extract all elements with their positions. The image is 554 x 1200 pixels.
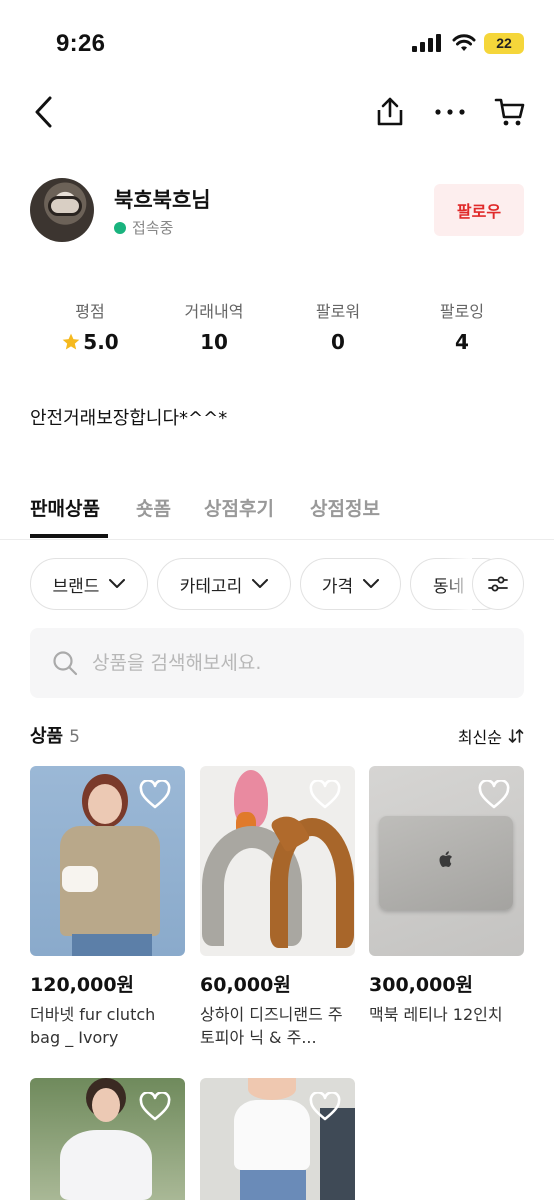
active-tab-indicator (30, 534, 108, 538)
product-image[interactable] (369, 766, 524, 956)
stat-label: 거래내역 (184, 302, 244, 321)
chevron-down-icon (252, 579, 269, 588)
more-icon (435, 109, 465, 115)
online-dot-icon (114, 221, 126, 234)
product-image[interactable] (200, 1078, 355, 1200)
avatar[interactable] (30, 178, 94, 242)
product-price: 300,000원 (369, 974, 474, 996)
status-bar: 9:26 22 (0, 0, 554, 80)
search-icon (53, 651, 78, 676)
profile-bio: 안전거래보장합니다*^^* (30, 408, 228, 429)
battery-icon: 22 (484, 33, 524, 54)
tab-products[interactable]: 판매상품 (30, 494, 100, 521)
filter-brand[interactable]: 브랜드 (30, 558, 148, 610)
sort-icon (508, 729, 524, 743)
stat-followers[interactable]: 팔로워 0 (278, 298, 398, 354)
heart-icon[interactable] (139, 780, 171, 810)
filter-bar: 브랜드 카테고리 가격 동네 (0, 558, 554, 612)
stat-value: 5.0 (83, 330, 119, 354)
profile-stats: 평점 5.0 거래내역 10 팔로워 0 팔로잉 4 (0, 298, 554, 358)
filter-price[interactable]: 가격 (300, 558, 401, 610)
filter-label: 브랜드 (52, 576, 100, 597)
product-name: 맥북 레티나 12인치 (369, 1005, 503, 1024)
product-search (30, 628, 524, 698)
cart-button[interactable] (490, 92, 530, 132)
filter-category[interactable]: 카테고리 (157, 558, 291, 610)
share-icon (377, 97, 403, 126)
products-header: 상품 5 최신순 (30, 722, 524, 752)
product-card[interactable] (30, 1078, 185, 1200)
product-price: 60,000원 (200, 974, 291, 996)
product-name: 더바넷 fur clutch bag _ Ivory (30, 1005, 156, 1047)
online-status: 접속중 (114, 217, 173, 238)
stat-value: 0 (331, 330, 345, 354)
wifi-icon (452, 34, 476, 51)
stat-following[interactable]: 팔로잉 4 (402, 298, 522, 354)
cellular-signal-icon (412, 34, 441, 52)
heart-icon[interactable] (309, 1092, 341, 1122)
back-button[interactable] (24, 92, 64, 132)
more-button[interactable] (430, 92, 470, 132)
stat-transactions[interactable]: 거래내역 10 (154, 298, 274, 354)
star-icon (62, 333, 80, 350)
product-card[interactable]: 300,000원 맥북 레티나 12인치 (369, 766, 524, 1049)
product-image[interactable] (200, 766, 355, 956)
product-card[interactable] (200, 1078, 355, 1200)
chevron-down-icon (109, 579, 126, 588)
filter-settings-button[interactable] (472, 558, 524, 610)
product-card[interactable]: 60,000원 상하이 디즈니랜드 주토피아 닉 & 주... (200, 766, 355, 1049)
online-status-label: 접속중 (132, 219, 174, 237)
tab-shortform[interactable]: 숏폼 (136, 494, 171, 521)
sort-label: 최신순 (457, 728, 502, 747)
product-image[interactable] (30, 1078, 185, 1200)
tab-store-info[interactable]: 상점정보 (310, 494, 380, 521)
store-tabs: 판매상품 숏폼 상점후기 상점정보 (0, 486, 554, 540)
share-button[interactable] (370, 92, 410, 132)
apple-logo-icon (439, 851, 452, 867)
stat-label: 팔로잉 (439, 302, 485, 321)
follow-button[interactable]: 팔로우 (434, 184, 524, 236)
battery-level: 22 (496, 35, 512, 51)
profile-name: 북흐북흐님 (114, 188, 211, 212)
product-name: 상하이 디즈니랜드 주토피아 닉 & 주... (200, 1005, 343, 1047)
stat-label: 평점 (75, 302, 105, 321)
product-image[interactable] (30, 766, 185, 956)
stat-value: 10 (200, 330, 228, 354)
sliders-icon (488, 576, 508, 592)
product-price: 120,000원 (30, 974, 135, 996)
products-count: 5 (69, 727, 80, 747)
heart-icon[interactable] (139, 1092, 171, 1122)
search-input[interactable] (92, 652, 472, 674)
stat-rating[interactable]: 평점 5.0 (30, 298, 150, 354)
filter-label: 카테고리 (179, 576, 243, 597)
stat-value: 4 (455, 330, 469, 354)
chevron-down-icon (363, 579, 380, 588)
filter-label: 가격 (321, 576, 354, 597)
product-card[interactable]: 120,000원 더바넷 fur clutch bag _ Ivory (30, 766, 185, 1049)
products-title: 상품 (30, 726, 64, 747)
tab-reviews[interactable]: 상점후기 (204, 494, 274, 521)
cart-icon (494, 98, 525, 126)
back-icon (35, 96, 52, 128)
heart-icon[interactable] (478, 780, 510, 810)
stat-label: 팔로워 (315, 302, 361, 321)
top-nav (0, 84, 554, 138)
status-time: 9:26 (56, 30, 106, 57)
heart-icon[interactable] (309, 780, 341, 810)
sort-button[interactable]: 최신순 (458, 724, 524, 748)
